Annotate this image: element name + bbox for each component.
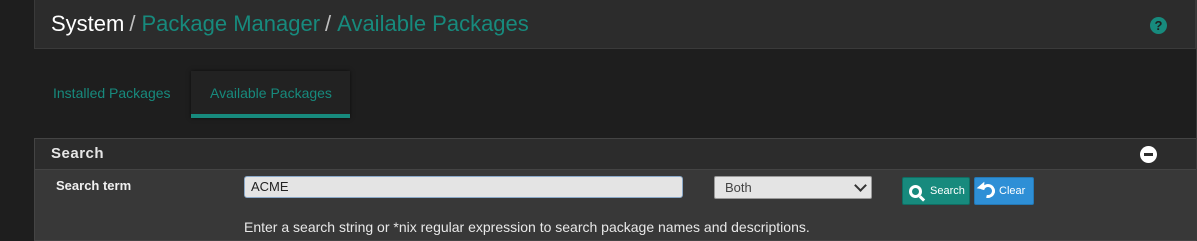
tab-available-packages[interactable]: Available Packages [191, 71, 350, 118]
page: System / Package Manager / Available Package… [0, 0, 1197, 241]
search-panel: Search Search term ACME Both Search Clea… [34, 138, 1197, 241]
breadcrumb-available-packages[interactable]: Available Packages [337, 11, 529, 36]
search-input[interactable]: ACME [244, 176, 683, 198]
panel-title: Search [51, 145, 105, 162]
search-icon [909, 184, 922, 198]
clear-button[interactable]: Clear [974, 177, 1034, 205]
breadcrumb-separator: / [325, 11, 332, 36]
chevron-down-icon [854, 179, 867, 192]
breadcrumb-package-manager[interactable]: Package Manager [141, 11, 320, 36]
undo-icon [978, 181, 998, 201]
breadcrumb-separator: / [129, 11, 136, 36]
search-help-text: Enter a search string or *nix regular ex… [244, 219, 810, 235]
clear-button-label: Clear [999, 185, 1026, 197]
collapse-icon[interactable] [1140, 146, 1157, 163]
tab-label: Installed Packages [53, 85, 171, 101]
search-button-label: Search [930, 185, 965, 197]
search-button[interactable]: Search [902, 177, 970, 205]
search-term-label: Search term [56, 178, 132, 193]
search-scope-value: Both [725, 180, 752, 195]
breadcrumb-root: System [51, 11, 125, 36]
page-header: System / Package Manager / Available Package… [34, 0, 1196, 49]
tab-label: Available Packages [210, 85, 332, 101]
breadcrumb: System / Package Manager / Available Package… [51, 11, 529, 37]
tab-installed-packages[interactable]: Installed Packages [34, 71, 191, 118]
search-scope-select[interactable]: Both [714, 176, 872, 199]
panel-heading: Search [35, 139, 1196, 170]
help-icon[interactable]: ? [1150, 17, 1167, 34]
